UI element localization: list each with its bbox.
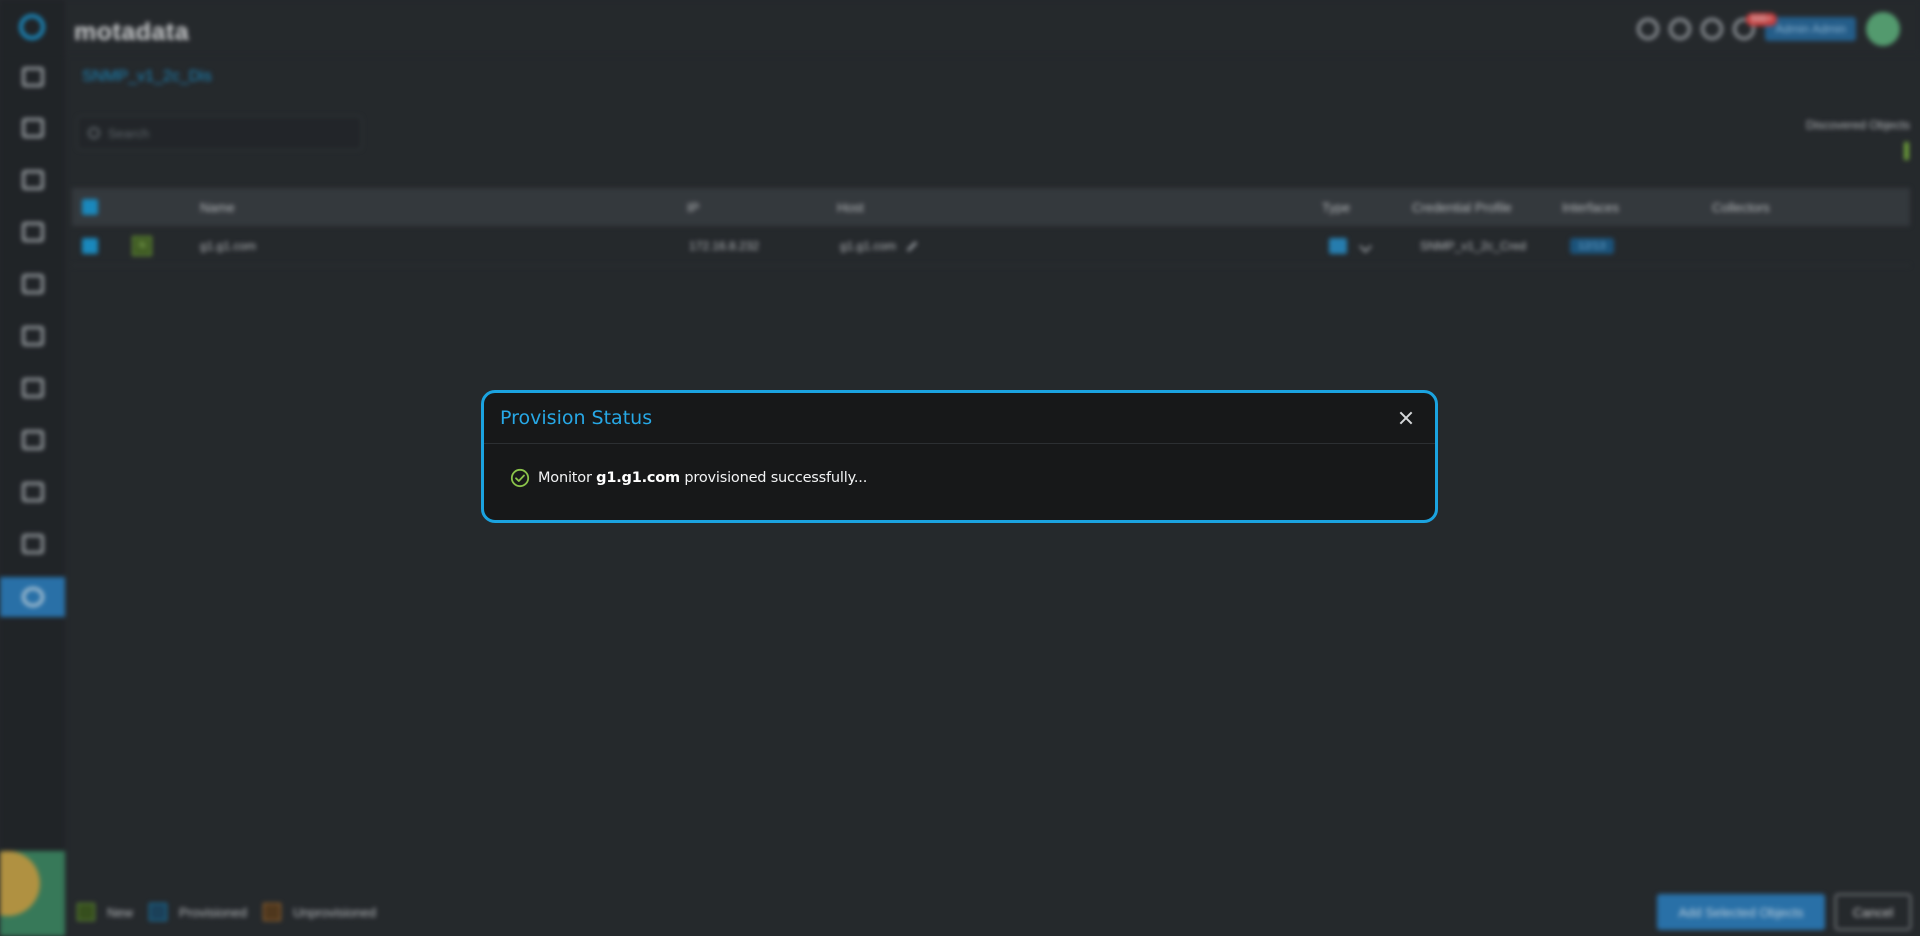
message-suffix: provisioned successfully... xyxy=(684,470,868,486)
check-circle-icon xyxy=(510,468,530,488)
close-icon[interactable] xyxy=(1395,407,1417,429)
provision-status-dialog: Provision Status Monitor g1.g1.com provi… xyxy=(481,390,1438,523)
dialog-body: Monitor g1.g1.com provisioned successful… xyxy=(484,444,1435,488)
dialog-title: Provision Status xyxy=(500,407,653,429)
status-message: Monitor g1.g1.com provisioned successful… xyxy=(538,470,867,486)
message-prefix: Monitor xyxy=(538,470,592,486)
message-host: g1.g1.com xyxy=(596,470,680,486)
dialog-header: Provision Status xyxy=(484,393,1435,444)
